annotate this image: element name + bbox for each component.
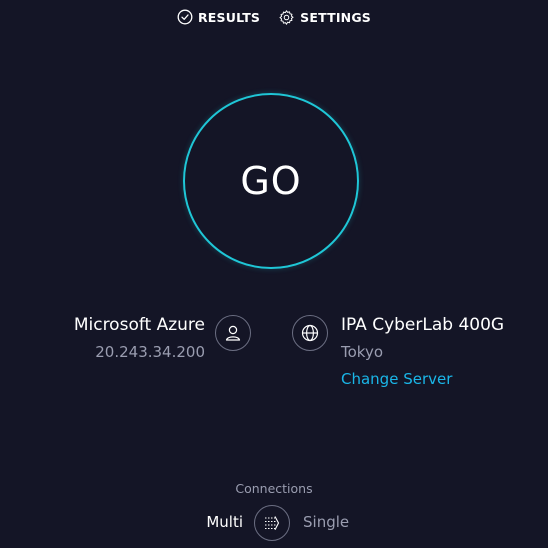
connections-multi-option[interactable]: Multi	[206, 513, 243, 531]
isp-info: Microsoft Azure 20.243.34.200	[74, 314, 205, 362]
connections-selector: Multi Single	[0, 505, 548, 541]
connections-single-option[interactable]: Single	[303, 513, 349, 531]
connections-label: Connections	[235, 481, 313, 496]
results-label: RESULTS	[197, 9, 261, 25]
globe-icon	[292, 315, 328, 351]
settings-nav-item[interactable]: SETTINGS	[278, 9, 371, 26]
speedtest-page: RESULTS SETTINGS GO Microsoft Azure 20.2…	[0, 0, 548, 548]
isp-ip-address: 20.243.34.200	[95, 343, 205, 361]
server-info: IPA CyberLab 400G Tokyo Change Server	[341, 314, 504, 389]
top-nav: RESULTS SETTINGS	[0, 6, 548, 28]
change-server-link[interactable]: Change Server	[341, 369, 504, 389]
go-label: GO	[240, 159, 302, 203]
connections-toggle-icon[interactable]	[254, 505, 290, 541]
check-circle-icon	[177, 9, 193, 25]
user-icon	[215, 315, 251, 351]
server-name: IPA CyberLab 400G	[341, 315, 505, 335]
server-location: Tokyo	[341, 343, 383, 361]
isp-name: Microsoft Azure	[73, 315, 205, 335]
gear-icon	[278, 9, 295, 26]
settings-label: SETTINGS	[300, 9, 371, 25]
go-button[interactable]: GO	[183, 93, 359, 269]
results-nav-item[interactable]: RESULTS	[177, 9, 260, 25]
